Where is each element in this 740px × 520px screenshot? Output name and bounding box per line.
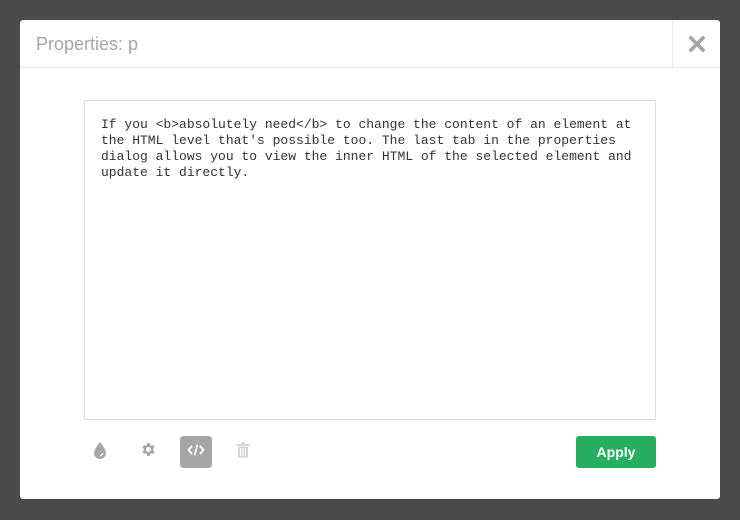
gear-icon: [140, 441, 157, 463]
properties-dialog: Properties: p If you <b>absolutely need<…: [20, 20, 720, 499]
attributes-tab-button[interactable]: [132, 436, 164, 468]
inner-html-editor[interactable]: If you <b>absolutely need</b> to change …: [84, 100, 656, 420]
inner-html-text[interactable]: If you <b>absolutely need</b> to change …: [101, 117, 646, 181]
code-icon: [187, 443, 205, 462]
close-icon: [687, 34, 706, 53]
trash-icon: [236, 441, 250, 463]
inner-html-tab-button[interactable]: [180, 436, 212, 468]
apply-button[interactable]: Apply: [576, 436, 656, 468]
styles-tab-button[interactable]: [84, 436, 116, 468]
droplet-icon: [93, 441, 107, 464]
close-button[interactable]: [672, 20, 720, 67]
dialog-title: Properties: p: [36, 34, 139, 54]
dialog-header: Properties: p: [20, 20, 720, 68]
delete-button[interactable]: [227, 436, 259, 468]
